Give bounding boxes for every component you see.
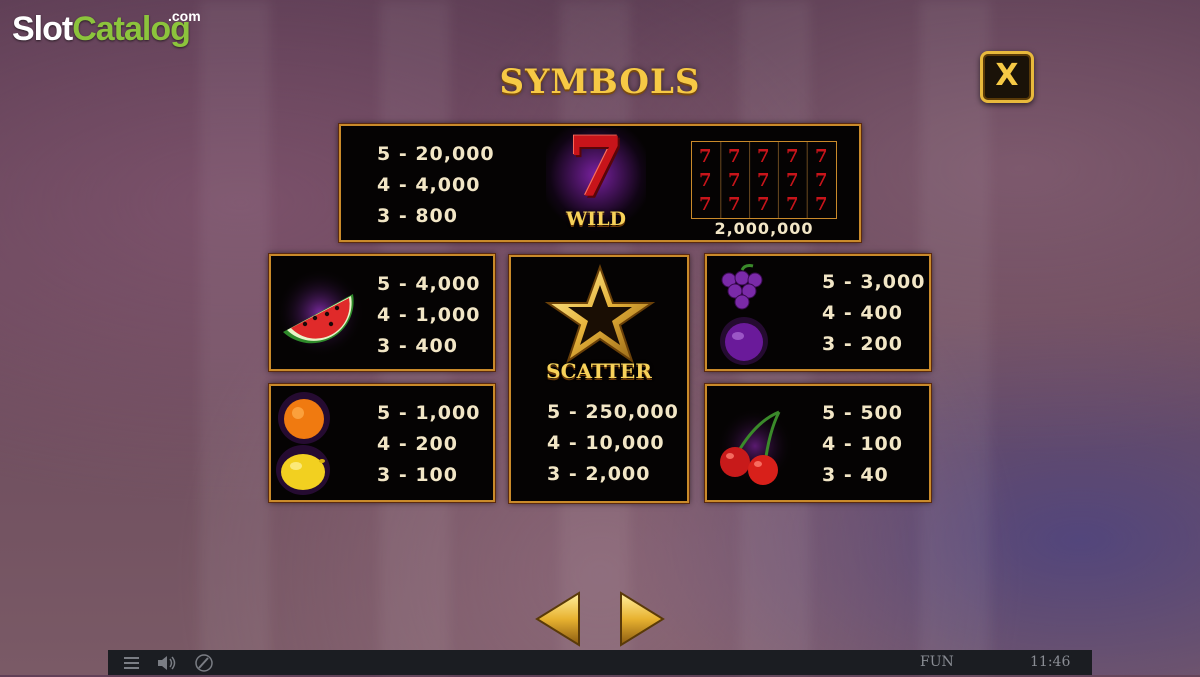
arrow-left-icon: [535, 591, 580, 647]
jackpot-value: 2,000,000: [714, 219, 814, 238]
pay-line: 4 - 400: [822, 302, 903, 324]
pay-line: 4 - 100: [822, 433, 903, 455]
wild-paytable: 5 - 20,000 4 - 4,000 3 - 800: [377, 139, 495, 232]
svg-text:7: 7: [815, 146, 828, 167]
watermelon-icon: [276, 269, 364, 357]
sound-button[interactable]: [156, 653, 176, 673]
bottom-bar: FUN 11:46: [108, 650, 1092, 675]
scatter-panel: SCATTER 5 - 250,000 4 - 10,000 3 - 2,000: [509, 255, 689, 503]
menu-icon: [124, 657, 139, 669]
slotcatalog-logo: SlotCatalog .com: [12, 8, 201, 48]
previous-page-button[interactable]: [533, 591, 583, 647]
cherry-panel: 5 - 500 4 - 100 3 - 40: [705, 384, 931, 502]
watermelon-panel: 5 - 4,000 4 - 1,000 3 - 400: [269, 254, 495, 371]
svg-text:7: 7: [728, 146, 741, 167]
pay-line: 5 - 20,000: [377, 143, 495, 165]
svg-text:7: 7: [815, 170, 828, 191]
pay-line: 5 - 4,000: [377, 273, 481, 295]
svg-text:7: 7: [786, 194, 799, 215]
pay-line: 5 - 500: [822, 402, 903, 424]
pay-line: 3 - 200: [822, 333, 903, 355]
svg-text:7: 7: [757, 146, 770, 167]
svg-text:7: 7: [757, 170, 770, 191]
orange-lemon-paytable: 5 - 1,000 4 - 200 3 - 100: [377, 398, 480, 491]
close-icon: X: [995, 58, 1019, 93]
cherry-paytable: 5 - 500 4 - 100 3 - 40: [822, 398, 903, 491]
svg-text:7: 7: [786, 170, 799, 191]
svg-text:7: 7: [728, 170, 741, 191]
pay-line: 3 - 800: [377, 205, 458, 227]
scatter-label: SCATTER: [546, 359, 652, 383]
pay-line: 4 - 4,000: [377, 174, 481, 196]
lemon-icon: [276, 445, 330, 495]
quick-spin-button[interactable]: [194, 653, 214, 673]
scatter-paytable: 5 - 250,000 4 - 10,000 3 - 2,000: [547, 397, 679, 490]
grape-plum-panel: 5 - 3,000 4 - 400 3 - 200: [705, 254, 931, 371]
grapes-icon: [721, 264, 763, 310]
orange-lemon-panel: 5 - 1,000 4 - 200 3 - 100: [269, 384, 495, 502]
quick-spin-icon: [195, 654, 213, 672]
watermelon-paytable: 5 - 4,000 4 - 1,000 3 - 400: [377, 269, 480, 362]
wild-seven-icon: 7 WILD: [546, 120, 646, 232]
pay-line: 3 - 2,000: [547, 463, 651, 485]
next-page-button[interactable]: [617, 591, 667, 647]
svg-text:7: 7: [699, 146, 712, 167]
pay-line: 3 - 100: [377, 464, 458, 486]
svg-text:7: 7: [815, 194, 828, 215]
grape-plum-paytable: 5 - 3,000 4 - 400 3 - 200: [822, 267, 925, 360]
wild-panel: 5 - 20,000 4 - 4,000 3 - 800 7 WILD 7777…: [339, 120, 861, 242]
pay-line: 5 - 1,000: [377, 402, 481, 424]
clock: 11:46: [1030, 654, 1071, 670]
cherry-icon: [717, 408, 793, 485]
plum-icon: [720, 317, 768, 365]
svg-text:7: 7: [786, 146, 799, 167]
svg-text:7: 7: [757, 194, 770, 215]
pay-line: 5 - 3,000: [822, 271, 926, 293]
svg-text:7: 7: [728, 194, 741, 215]
pay-line: 4 - 200: [377, 433, 458, 455]
pay-line: 3 - 400: [377, 335, 458, 357]
pay-line: 5 - 250,000: [547, 401, 679, 423]
svg-text:7: 7: [699, 170, 712, 191]
svg-text:7: 7: [699, 194, 712, 215]
close-button[interactable]: X: [980, 51, 1034, 103]
arrow-right-icon: [620, 591, 665, 647]
mode-indicator: FUN: [920, 654, 954, 670]
pay-line: 4 - 1,000: [377, 304, 481, 326]
wild-sevens-grid: 77777 77777 77777: [691, 141, 837, 219]
star-icon: [544, 264, 656, 363]
pay-line: 4 - 10,000: [547, 432, 665, 454]
menu-button[interactable]: [122, 653, 142, 673]
orange-icon: [278, 392, 330, 444]
wild-label: WILD: [565, 208, 627, 230]
speaker-icon: [158, 656, 176, 670]
pay-line: 3 - 40: [822, 464, 889, 486]
